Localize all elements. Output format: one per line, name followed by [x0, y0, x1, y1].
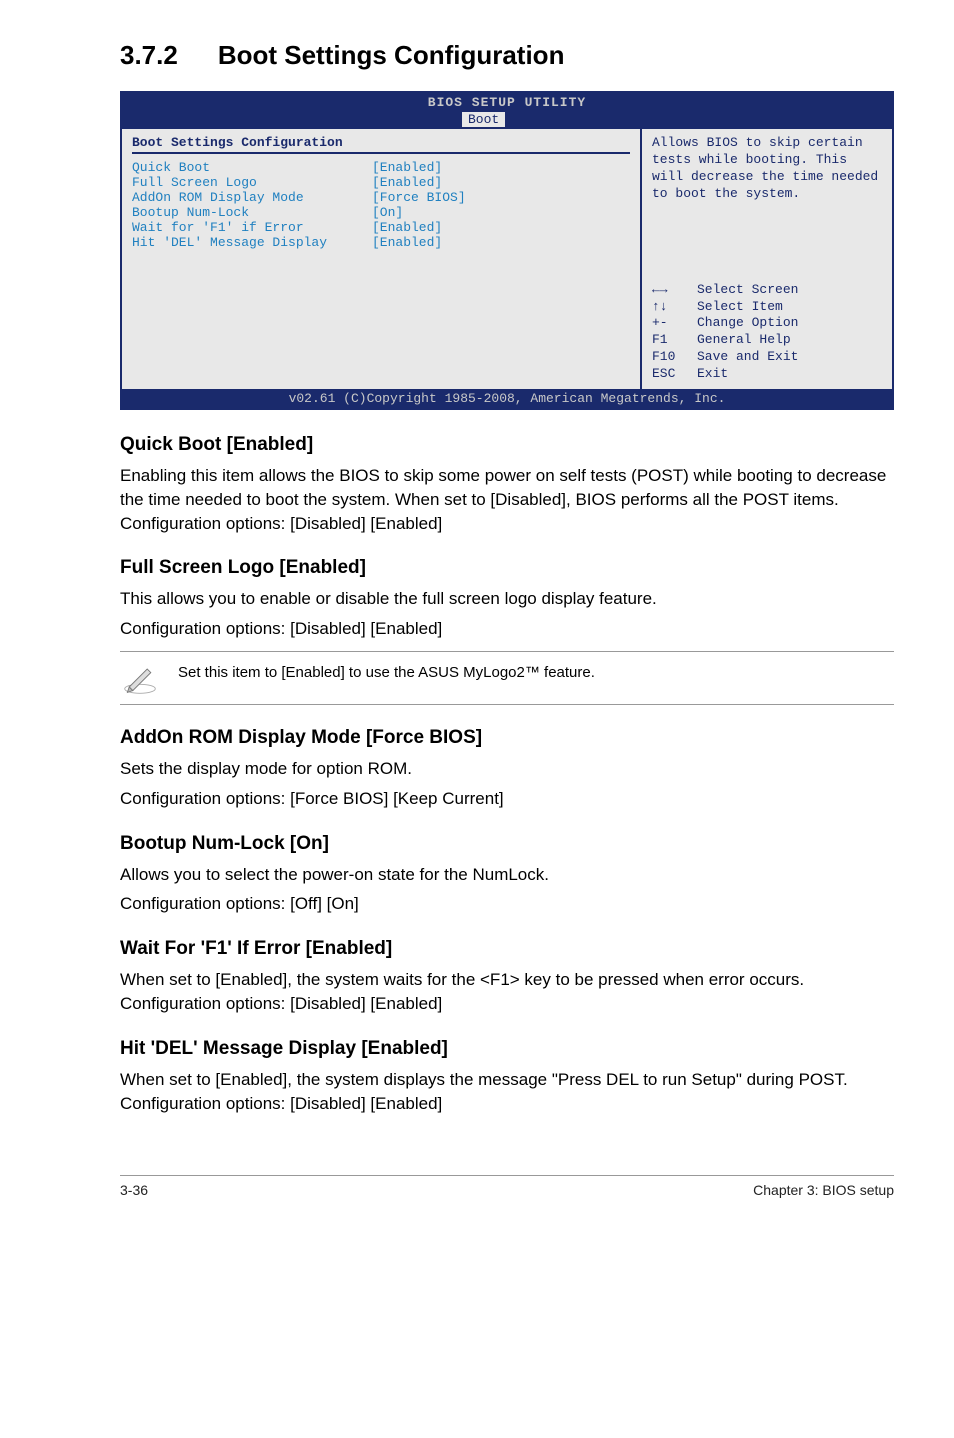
nav-desc: Exit	[697, 366, 728, 383]
body-full-screen-2: Configuration options: [Disabled] [Enabl…	[120, 617, 894, 641]
section-heading: 3.7.2 Boot Settings Configuration	[120, 40, 894, 71]
nav-row: +-Change Option	[652, 315, 882, 332]
section-title: Boot Settings Configuration	[218, 40, 565, 70]
subhead-addon: AddOn ROM Display Mode [Force BIOS]	[120, 727, 894, 749]
bios-item-value: [Enabled]	[372, 220, 630, 235]
nav-key-f1: F1	[652, 332, 697, 349]
nav-key-esc: ESC	[652, 366, 697, 383]
bios-tab-bar: Boot	[122, 112, 892, 129]
chapter-label: Chapter 3: BIOS setup	[753, 1182, 894, 1198]
nav-key-arrows-lr-icon: ←→	[652, 282, 697, 299]
nav-row: ↑↓Select Item	[652, 299, 882, 316]
bios-item-wait-f1[interactable]: Wait for 'F1' if Error [Enabled]	[132, 220, 630, 235]
nav-key-plusminus: +-	[652, 315, 697, 332]
bios-item-hit-del[interactable]: Hit 'DEL' Message Display [Enabled]	[132, 235, 630, 250]
nav-key-f10: F10	[652, 349, 697, 366]
subhead-full-screen: Full Screen Logo [Enabled]	[120, 557, 894, 579]
bios-item-value: [On]	[372, 205, 630, 220]
bios-item-label: Bootup Num-Lock	[132, 205, 372, 220]
section-number: 3.7.2	[120, 40, 178, 71]
bios-nav-keys: ←→Select Screen ↑↓Select Item +-Change O…	[652, 282, 882, 383]
bios-settings-heading: Boot Settings Configuration	[132, 135, 630, 154]
nav-desc: Select Screen	[697, 282, 798, 299]
body-bootup-1: Allows you to select the power-on state …	[120, 863, 894, 887]
subhead-wait-f1: Wait For 'F1' If Error [Enabled]	[120, 938, 894, 960]
body-wait-f1: When set to [Enabled], the system waits …	[120, 968, 894, 1016]
bios-title: BIOS SETUP UTILITY	[122, 93, 892, 112]
page-footer: 3-36 Chapter 3: BIOS setup	[120, 1175, 894, 1198]
subhead-hit-del: Hit 'DEL' Message Display [Enabled]	[120, 1038, 894, 1060]
note-block: Set this item to [Enabled] to use the AS…	[120, 651, 894, 705]
bios-item-value: [Enabled]	[372, 175, 630, 190]
bios-screenshot: BIOS SETUP UTILITY Boot Boot Settings Co…	[120, 91, 894, 410]
body-hit-del: When set to [Enabled], the system displa…	[120, 1068, 894, 1116]
bios-tab-boot[interactable]: Boot	[462, 112, 505, 127]
body-bootup-2: Configuration options: [Off] [On]	[120, 892, 894, 916]
bios-item-label: Wait for 'F1' if Error	[132, 220, 372, 235]
nav-row: F1General Help	[652, 332, 882, 349]
page-number: 3-36	[120, 1182, 148, 1198]
nav-row: ESCExit	[652, 366, 882, 383]
bios-item-label: AddOn ROM Display Mode	[132, 190, 372, 205]
body-addon-1: Sets the display mode for option ROM.	[120, 757, 894, 781]
bios-item-value: [Force BIOS]	[372, 190, 630, 205]
body-addon-2: Configuration options: [Force BIOS] [Kee…	[120, 787, 894, 811]
bios-item-label: Hit 'DEL' Message Display	[132, 235, 372, 250]
nav-key-arrows-ud-icon: ↑↓	[652, 299, 697, 316]
subhead-bootup: Bootup Num-Lock [On]	[120, 833, 894, 855]
bios-item-full-screen-logo[interactable]: Full Screen Logo [Enabled]	[132, 175, 630, 190]
subhead-quick-boot: Quick Boot [Enabled]	[120, 434, 894, 456]
bios-item-quick-boot[interactable]: Quick Boot [Enabled]	[132, 160, 630, 175]
bios-item-bootup-numlock[interactable]: Bootup Num-Lock [On]	[132, 205, 630, 220]
nav-desc: Change Option	[697, 315, 798, 332]
bios-item-value: [Enabled]	[372, 160, 630, 175]
nav-row: F10Save and Exit	[652, 349, 882, 366]
bios-footer: v02.61 (C)Copyright 1985-2008, American …	[122, 389, 892, 408]
bios-item-label: Full Screen Logo	[132, 175, 372, 190]
body-quick-boot: Enabling this item allows the BIOS to sk…	[120, 464, 894, 535]
nav-row: ←→Select Screen	[652, 282, 882, 299]
nav-desc: General Help	[697, 332, 791, 349]
bios-item-value: [Enabled]	[372, 235, 630, 250]
body-full-screen-1: This allows you to enable or disable the…	[120, 587, 894, 611]
pencil-icon	[120, 660, 160, 696]
note-text: Set this item to [Enabled] to use the AS…	[178, 660, 595, 681]
bios-settings-pane: Boot Settings Configuration Quick Boot […	[122, 129, 642, 389]
bios-help-text: Allows BIOS to skip certain tests while …	[652, 135, 882, 203]
bios-help-pane: Allows BIOS to skip certain tests while …	[642, 129, 892, 389]
bios-item-addon-rom[interactable]: AddOn ROM Display Mode [Force BIOS]	[132, 190, 630, 205]
bios-item-label: Quick Boot	[132, 160, 372, 175]
nav-desc: Select Item	[697, 299, 783, 316]
nav-desc: Save and Exit	[697, 349, 798, 366]
